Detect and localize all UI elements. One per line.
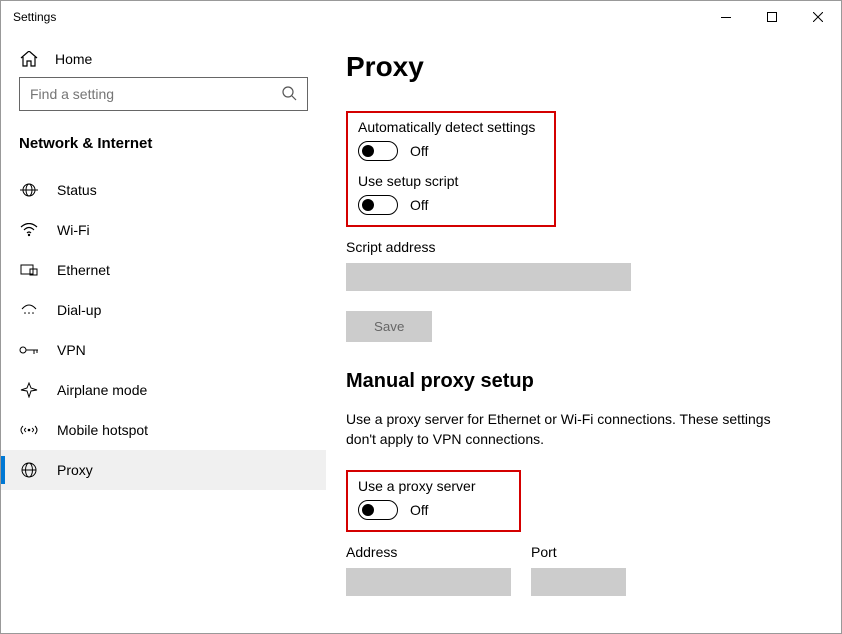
sidebar-item-hotspot[interactable]: Mobile hotspot bbox=[1, 410, 326, 450]
proxy-icon bbox=[19, 462, 39, 478]
address-label: Address bbox=[346, 544, 511, 560]
search-icon bbox=[281, 85, 297, 104]
setup-script-toggle[interactable] bbox=[358, 195, 398, 215]
sidebar-item-ethernet[interactable]: Ethernet bbox=[1, 250, 326, 290]
home-nav[interactable]: Home bbox=[1, 41, 326, 77]
sidebar-item-label: Ethernet bbox=[57, 262, 110, 278]
use-proxy-label: Use a proxy server bbox=[358, 478, 509, 494]
sidebar-item-dialup[interactable]: Dial-up bbox=[1, 290, 326, 330]
sidebar-item-label: Wi-Fi bbox=[57, 222, 90, 238]
minimize-icon bbox=[721, 17, 731, 18]
window-title: Settings bbox=[13, 10, 56, 24]
hotspot-icon bbox=[19, 423, 39, 437]
auto-detect-state: Off bbox=[410, 143, 428, 159]
setup-script-label: Use setup script bbox=[358, 173, 544, 189]
use-proxy-toggle[interactable] bbox=[358, 500, 398, 520]
save-button[interactable]: Save bbox=[346, 311, 432, 342]
sidebar-item-label: Airplane mode bbox=[57, 382, 147, 398]
manual-heading: Manual proxy setup bbox=[346, 370, 811, 393]
maximize-icon bbox=[767, 12, 777, 22]
maximize-button[interactable] bbox=[749, 1, 795, 33]
port-input[interactable] bbox=[531, 568, 626, 596]
search-box[interactable] bbox=[19, 77, 308, 111]
sidebar: Home Network & Internet Status bbox=[1, 33, 326, 633]
sidebar-item-label: Dial-up bbox=[57, 302, 101, 318]
minimize-button[interactable] bbox=[703, 1, 749, 33]
search-input[interactable] bbox=[30, 86, 281, 102]
sidebar-item-label: Status bbox=[57, 182, 97, 198]
wifi-icon bbox=[19, 223, 39, 237]
titlebar: Settings bbox=[1, 1, 841, 33]
sidebar-item-airplane[interactable]: Airplane mode bbox=[1, 370, 326, 410]
close-icon bbox=[813, 12, 823, 22]
vpn-icon bbox=[19, 344, 39, 356]
window-controls bbox=[703, 1, 841, 33]
port-label: Port bbox=[531, 544, 626, 560]
sidebar-item-label: Proxy bbox=[57, 462, 93, 478]
ethernet-icon bbox=[19, 263, 39, 277]
dialup-icon bbox=[19, 303, 39, 317]
sidebar-item-status[interactable]: Status bbox=[1, 170, 326, 210]
nav-list: Status Wi-Fi Ethernet Dial-up bbox=[1, 170, 326, 490]
status-icon bbox=[19, 183, 39, 197]
sidebar-item-proxy[interactable]: Proxy bbox=[1, 450, 326, 490]
script-address-label: Script address bbox=[346, 239, 811, 255]
auto-proxy-highlight: Automatically detect settings Off Use se… bbox=[346, 111, 556, 227]
auto-detect-toggle[interactable] bbox=[358, 141, 398, 161]
category-heading: Network & Internet bbox=[1, 125, 326, 170]
airplane-icon bbox=[19, 382, 39, 398]
auto-detect-label: Automatically detect settings bbox=[358, 119, 544, 135]
sidebar-item-vpn[interactable]: VPN bbox=[1, 330, 326, 370]
address-input[interactable] bbox=[346, 568, 511, 596]
close-button[interactable] bbox=[795, 1, 841, 33]
sidebar-item-label: VPN bbox=[57, 342, 86, 358]
home-icon bbox=[19, 51, 39, 67]
use-proxy-highlight: Use a proxy server Off bbox=[346, 470, 521, 532]
content-panel: Proxy Automatically detect settings Off … bbox=[326, 33, 841, 633]
setup-script-state: Off bbox=[410, 197, 428, 213]
script-address-input[interactable] bbox=[346, 263, 631, 291]
sidebar-item-label: Mobile hotspot bbox=[57, 422, 148, 438]
manual-desc: Use a proxy server for Ethernet or Wi-Fi… bbox=[346, 409, 786, 450]
sidebar-item-wifi[interactable]: Wi-Fi bbox=[1, 210, 326, 250]
use-proxy-state: Off bbox=[410, 502, 428, 518]
page-title: Proxy bbox=[346, 51, 811, 83]
home-label: Home bbox=[55, 51, 92, 67]
